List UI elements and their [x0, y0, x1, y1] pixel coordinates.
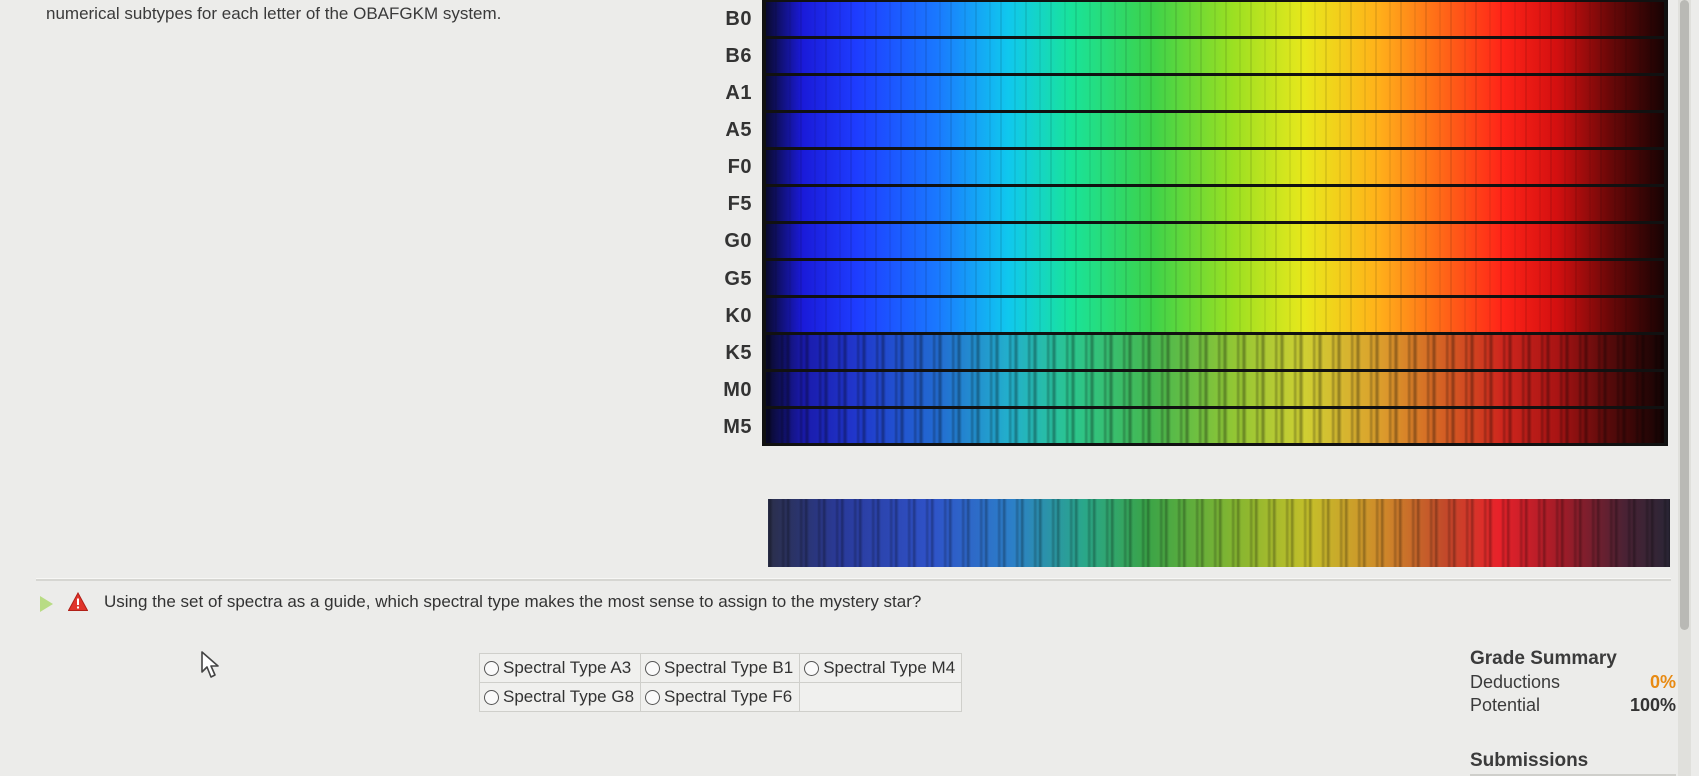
option-label: Spectral Type G8: [503, 687, 635, 706]
spectrum-strip: [766, 113, 1664, 147]
spectrum-strip: [766, 150, 1664, 184]
grade-summary: Grade Summary Deductions 0% Potential 10…: [1470, 648, 1676, 716]
spectral-label: K5: [725, 342, 752, 364]
potential-row: Potential 100%: [1470, 695, 1676, 716]
empty-cell: [799, 682, 963, 712]
spectral-label: A5: [725, 119, 752, 141]
spectral-label: F0: [727, 156, 752, 178]
spectrum-strip: [766, 372, 1664, 406]
grade-summary-title: Grade Summary: [1470, 648, 1617, 669]
scrollbar-thumb[interactable]: [1680, 0, 1689, 630]
section-divider: [36, 578, 1671, 581]
submissions-heading: Submissions: [1470, 750, 1676, 776]
intro-text: numerical subtypes for each letter of th…: [46, 4, 502, 23]
spectral-label: M0: [723, 379, 752, 401]
spectral-label: B0: [725, 8, 752, 30]
spectral-label: F5: [727, 193, 752, 215]
spectral-label: M5: [723, 416, 752, 438]
spectral-label: G5: [724, 268, 752, 290]
option-label: Spectral Type F6: [664, 687, 793, 706]
spectrum-strip: [766, 2, 1664, 36]
option-g8[interactable]: Spectral Type G8: [484, 687, 634, 707]
spectral-label: B6: [725, 45, 752, 67]
spectral-label: A1: [725, 82, 752, 104]
radio-button[interactable]: [804, 660, 820, 676]
spectral-label: K0: [725, 305, 752, 327]
option-f6[interactable]: Spectral Type F6: [645, 687, 793, 707]
radio-button[interactable]: [645, 660, 661, 676]
radio-button[interactable]: [484, 660, 499, 676]
deductions-label: Deductions: [1470, 672, 1561, 692]
mouse-pointer-icon: [201, 651, 219, 678]
potential-value: 100%: [1629, 695, 1676, 715]
mystery-star-spectrum: [768, 499, 1670, 567]
radio-button[interactable]: [645, 689, 661, 705]
spectrum-strip: [766, 76, 1664, 110]
option-a3[interactable]: Spectral Type A3: [484, 658, 634, 678]
deductions-value: 0%: [1649, 672, 1676, 692]
radio-button[interactable]: [484, 689, 499, 705]
answer-options-table: Spectral Type A3 Spectral Type B1 Spectr…: [478, 653, 963, 712]
spectrum-strip: [766, 224, 1664, 258]
spectral-label: G0: [724, 230, 752, 252]
option-b1[interactable]: Spectral Type B1: [645, 658, 793, 678]
option-label: Spectral Type M4: [823, 658, 956, 677]
option-label: Spectral Type A3: [503, 658, 632, 677]
vertical-scrollbar[interactable]: [1678, 0, 1691, 776]
spectrum-strip: [766, 409, 1664, 443]
option-label: Spectral Type B1: [664, 658, 794, 677]
spectrum-strip: [766, 335, 1664, 369]
question-text: Using the set of spectra as a guide, whi…: [104, 592, 922, 611]
expand-arrow-icon[interactable]: [40, 596, 53, 612]
spectrum-strip: [766, 39, 1664, 73]
spectrum-strip: [766, 261, 1664, 295]
warning-icon: [68, 592, 88, 611]
spectrum-strip: [766, 187, 1664, 221]
spectrum-strip: [766, 298, 1664, 332]
option-m4[interactable]: Spectral Type M4: [804, 658, 955, 678]
deductions-row: Deductions 0%: [1470, 672, 1676, 693]
reference-spectra-image: [762, 0, 1668, 446]
potential-label: Potential: [1470, 695, 1541, 715]
